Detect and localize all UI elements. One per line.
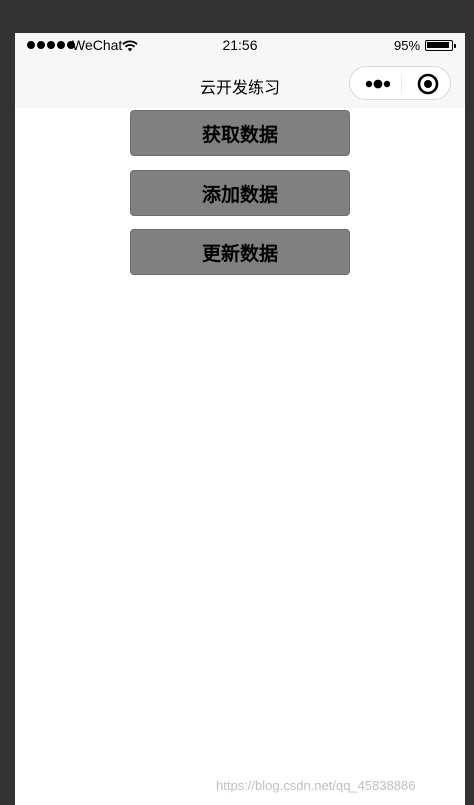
watermark-text: https://blog.csdn.net/qq_45838886	[216, 778, 416, 793]
add-data-button[interactable]: 添加数据	[130, 170, 350, 216]
capsule-divider	[401, 75, 402, 93]
status-bar: WeChat 21:56 95%	[15, 33, 465, 59]
phone-screen: WeChat 21:56 95% 云开发练习 获取数据 添加数据 更新数据	[15, 33, 465, 805]
target-close-icon[interactable]	[417, 73, 439, 95]
capsule-menu	[349, 66, 451, 100]
get-data-button[interactable]: 获取数据	[130, 110, 350, 156]
page-content: 获取数据 添加数据 更新数据	[15, 108, 465, 805]
navigation-bar: 云开发练习	[15, 59, 465, 108]
battery-level-fill	[427, 42, 449, 48]
update-data-button[interactable]: 更新数据	[130, 229, 350, 275]
battery-percent: 95%	[394, 38, 421, 53]
more-dots-icon[interactable]	[365, 78, 395, 90]
battery-icon	[425, 40, 456, 51]
